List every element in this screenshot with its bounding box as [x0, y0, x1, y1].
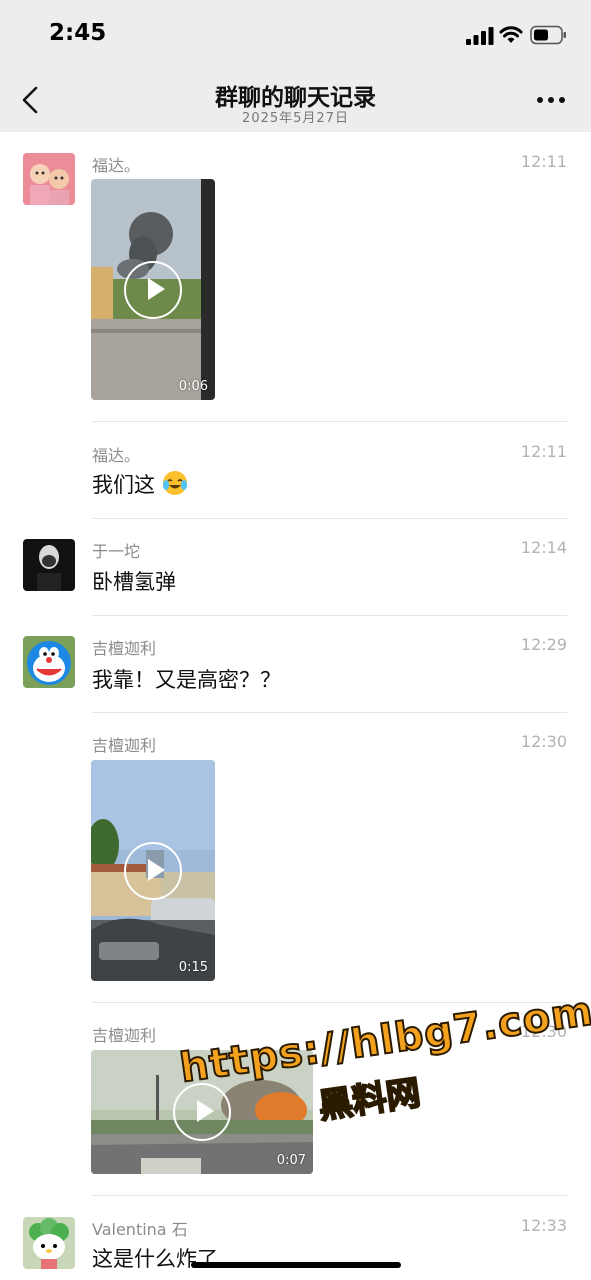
page-subtitle-date: 2025年5月27日	[242, 111, 349, 126]
status-time: 2:45	[49, 20, 107, 46]
video-message[interactable]: 0:07	[91, 1050, 313, 1174]
video-message[interactable]: 0:15	[91, 760, 215, 981]
message-time: 12:14	[520, 538, 567, 557]
avatar[interactable]	[23, 636, 75, 688]
message-time: 12:30	[520, 1022, 567, 1041]
message-item: 吉檀迦利 12:30 0:15	[0, 712, 591, 1003]
home-indicator[interactable]	[191, 1262, 401, 1268]
message-time: 12:29	[520, 635, 567, 654]
video-message[interactable]: 0:06	[91, 179, 215, 400]
avatar[interactable]	[23, 153, 75, 205]
avatar-cartoon-cat-image	[23, 636, 75, 688]
battery-icon	[530, 25, 566, 45]
video-duration: 0:15	[178, 960, 208, 975]
cellular-signal-icon	[466, 27, 494, 45]
message-time: 12:11	[520, 152, 567, 171]
sender-name: 于一坨	[92, 542, 141, 561]
sender-name: 吉檀迦利	[92, 639, 157, 658]
message-item: 吉檀迦利 12:29 我靠！又是高密？？	[0, 615, 591, 713]
message-text: 我们这	[92, 469, 188, 499]
message-item: 福达。 12:11 0:06	[0, 132, 591, 422]
avatar-babies-image	[23, 153, 75, 205]
video-duration: 0:07	[276, 1153, 306, 1168]
message-time: 12:30	[520, 732, 567, 751]
play-icon[interactable]	[124, 842, 182, 900]
message-time: 12:11	[520, 442, 567, 461]
sender-name: 吉檀迦利	[92, 736, 157, 755]
message-text: 我靠！又是高密？？	[92, 668, 281, 692]
sender-name: 吉檀迦利	[92, 1026, 157, 1045]
message-text: 这是什么炸了	[92, 1247, 218, 1271]
crying-laughing-emoji-icon	[162, 471, 187, 495]
play-icon[interactable]	[173, 1083, 231, 1141]
video-duration: 0:06	[178, 379, 208, 394]
avatar-cartoon-image	[23, 1217, 75, 1269]
message-item: 福达。 12:11 我们这	[0, 422, 591, 519]
message-item: 吉檀迦利 12:30 0:07	[0, 1002, 591, 1196]
play-icon[interactable]	[124, 261, 182, 319]
message-item: 于一坨 12:14 卧槽氢弹	[0, 518, 591, 616]
avatar-person-image	[23, 539, 75, 591]
sender-name: Valentina 石	[92, 1220, 188, 1239]
sender-name: 福达。	[92, 156, 141, 175]
wifi-icon	[499, 26, 523, 43]
status-bar: 2:45	[0, 0, 591, 70]
sender-name: 福达。	[92, 446, 141, 465]
message-time: 12:33	[520, 1216, 567, 1235]
avatar[interactable]	[23, 1217, 75, 1269]
nav-bar: 群聊的聊天记录 2025年5月27日	[0, 70, 591, 132]
message-text: 卧槽氢弹	[92, 570, 176, 594]
more-options-icon[interactable]	[536, 96, 566, 104]
avatar[interactable]	[23, 539, 75, 591]
message-text-content: 我们这	[92, 473, 155, 497]
